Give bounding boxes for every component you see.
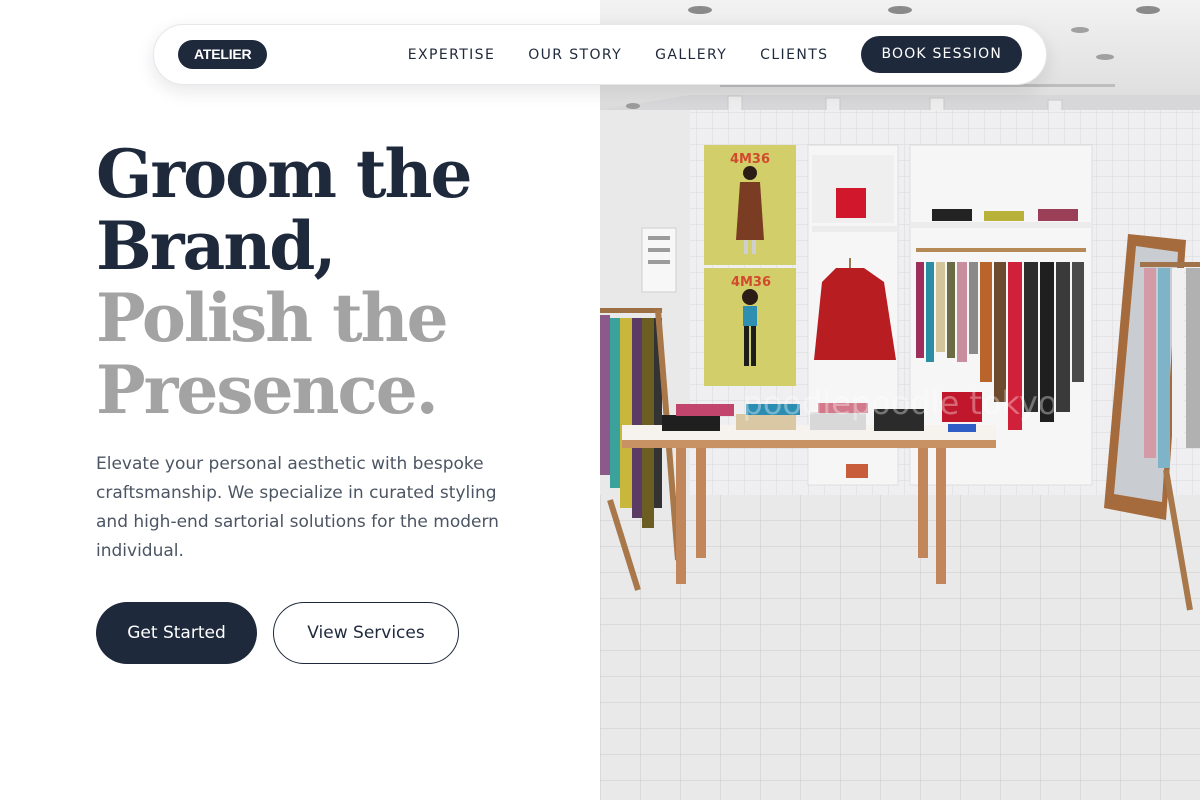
view-services-button[interactable]: View Services (273, 602, 459, 664)
nav-link-our-story[interactable]: OUR STORY (528, 47, 622, 63)
top-navigation: ATELIER EXPERTISE OUR STORY GALLERY CLIE… (153, 24, 1047, 85)
hero-description: Elevate your personal aesthetic with bes… (96, 454, 499, 561)
headline-line-4: Presence. (96, 351, 439, 429)
poster-text-bottom: 4M36 (731, 275, 771, 290)
headline-line-3: Polish the (96, 279, 449, 357)
watermark-text: poodlepoodle tokyo (743, 384, 1058, 422)
poster-text-top: 4M36 (730, 152, 770, 167)
hero-store-image: 4M36 4M36 poodlepoodle tokyo (600, 0, 1200, 800)
nav-links: EXPERTISE OUR STORY GALLERY CLIENTS (408, 47, 829, 63)
hero-section: Groom the Brand, Polish the Presence. El… (96, 138, 566, 664)
nav-link-expertise[interactable]: EXPERTISE (408, 47, 495, 63)
headline-line-2: Brand, (96, 207, 336, 285)
headline-line-1: Groom the (96, 135, 472, 213)
hero-headline: Groom the Brand, Polish the Presence. (96, 138, 566, 426)
get-started-button[interactable]: Get Started (96, 602, 257, 664)
nav-link-clients[interactable]: CLIENTS (760, 47, 828, 63)
hero-actions: Get Started View Services (96, 602, 566, 664)
book-session-button[interactable]: BOOK SESSION (861, 36, 1022, 73)
nav-link-gallery[interactable]: GALLERY (655, 47, 727, 63)
brand-logo[interactable]: ATELIER (178, 40, 268, 69)
